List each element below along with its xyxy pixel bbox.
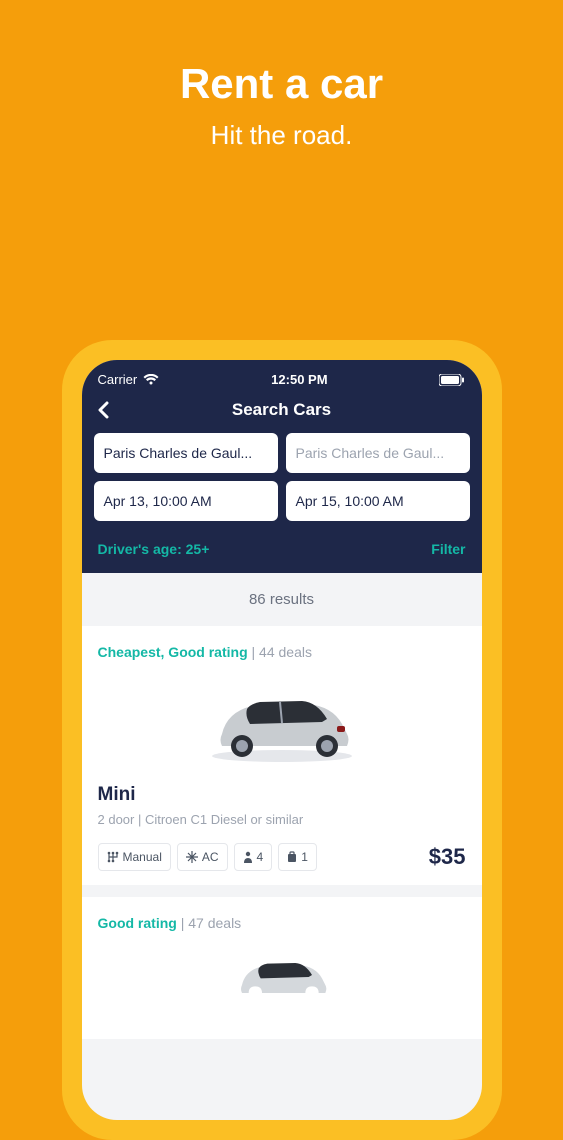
result-card[interactable]: Cheapest, Good rating | 44 deals Mini 2 … xyxy=(82,626,482,885)
tag-deals: | 47 deals xyxy=(177,915,241,931)
dropoff-date-input[interactable]: Apr 15, 10:00 AM xyxy=(286,481,470,521)
luggage-icon xyxy=(287,851,297,863)
ac-label: AC xyxy=(202,850,219,864)
driver-age-selector[interactable]: Driver's age: 25+ xyxy=(98,541,210,557)
pickup-date-input[interactable]: Apr 13, 10:00 AM xyxy=(94,481,278,521)
nav-header: Search Cars xyxy=(82,391,482,433)
card-tags: Good rating | 47 deals xyxy=(98,915,466,931)
bags-chip: 1 xyxy=(278,843,317,871)
tag-deals: | 44 deals xyxy=(248,644,312,660)
hero-subtitle: Hit the road. xyxy=(0,120,563,151)
result-card[interactable]: Good rating | 47 deals xyxy=(82,897,482,1039)
tag-highlight: Good rating xyxy=(98,915,177,931)
car-description: 2 door | Citroen C1 Diesel or similar xyxy=(98,812,466,827)
carrier-label: Carrier xyxy=(98,372,138,387)
person-icon xyxy=(243,851,253,863)
passengers-chip: 4 xyxy=(234,843,273,871)
pickup-location-input[interactable]: Paris Charles de Gaul... xyxy=(94,433,278,473)
battery-icon xyxy=(439,374,465,386)
results-count: 86 results xyxy=(82,573,482,626)
bags-label: 1 xyxy=(301,850,308,864)
passengers-label: 4 xyxy=(257,850,264,864)
car-image xyxy=(98,674,466,764)
card-tags: Cheapest, Good rating | 44 deals xyxy=(98,644,466,660)
back-button[interactable] xyxy=(98,401,110,419)
ac-chip: AC xyxy=(177,843,228,871)
nav-title: Search Cars xyxy=(232,400,331,420)
car-image xyxy=(98,945,466,1005)
transmission-icon xyxy=(107,851,119,863)
tag-highlight: Cheapest, Good rating xyxy=(98,644,248,660)
filter-button[interactable]: Filter xyxy=(431,541,465,557)
search-form: Paris Charles de Gaul... Paris Charles d… xyxy=(82,433,482,573)
hero-title: Rent a car xyxy=(0,60,563,108)
price: $35 xyxy=(429,844,466,870)
dropoff-location-input[interactable]: Paris Charles de Gaul... xyxy=(286,433,470,473)
feature-chips: Manual AC 4 xyxy=(98,843,317,871)
wifi-icon xyxy=(143,374,159,386)
status-bar: Carrier 12:50 PM xyxy=(82,360,482,391)
transmission-label: Manual xyxy=(123,850,162,864)
phone-screen: Carrier 12:50 PM Search Cars Paris Charl… xyxy=(82,360,482,1120)
snowflake-icon xyxy=(186,851,198,863)
car-name: Mini xyxy=(98,784,466,806)
status-time: 12:50 PM xyxy=(271,372,327,387)
phone-frame: Carrier 12:50 PM Search Cars Paris Charl… xyxy=(62,340,502,1140)
transmission-chip: Manual xyxy=(98,843,171,871)
